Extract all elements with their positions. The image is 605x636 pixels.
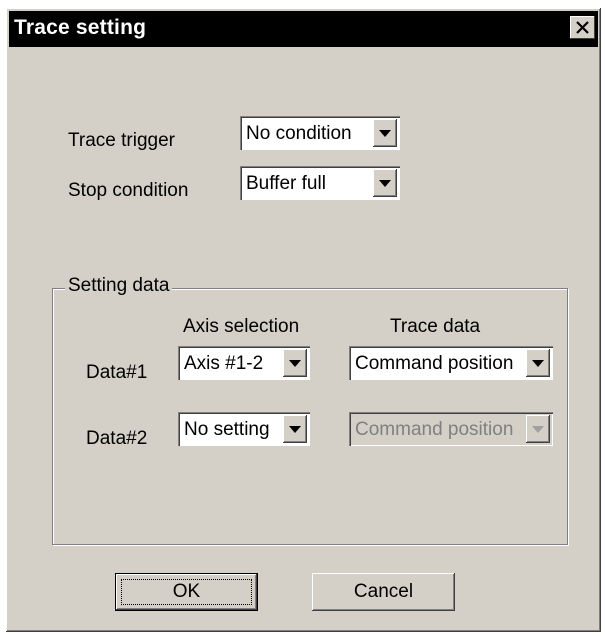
close-button[interactable] [570, 16, 595, 39]
chevron-down-icon [379, 179, 391, 187]
data2-axis-dropdown-button[interactable] [283, 415, 307, 443]
focus-rectangle [121, 579, 252, 605]
trace-trigger-dropdown-button[interactable] [373, 119, 397, 147]
stop-condition-value: Buffer full [246, 173, 326, 194]
data1-trace-select[interactable]: Command position [349, 346, 553, 380]
cancel-button[interactable]: Cancel [312, 573, 455, 611]
close-icon [576, 21, 589, 34]
trace-trigger-select[interactable]: No condition [240, 116, 400, 150]
data1-trace-value: Command position [355, 353, 514, 374]
window-title: Trace setting [14, 16, 147, 39]
data1-trace-dropdown-button[interactable] [526, 349, 550, 377]
data1-axis-dropdown-button[interactable] [283, 349, 307, 377]
title-bar[interactable]: Trace setting [9, 11, 598, 47]
data2-label: Data#2 [86, 428, 148, 449]
axis-selection-header: Axis selection [183, 316, 300, 337]
data2-axis-value: No setting [184, 419, 270, 440]
data1-axis-select[interactable]: Axis #1-2 [178, 346, 310, 380]
ok-button[interactable]: OK [115, 573, 258, 611]
chevron-down-icon [532, 359, 544, 367]
stop-condition-select[interactable]: Buffer full [240, 166, 400, 200]
data1-axis-value: Axis #1-2 [184, 353, 264, 374]
data1-label: Data#1 [86, 362, 148, 383]
setting-data-title: Setting data [65, 275, 173, 297]
data2-trace-dropdown-button [526, 415, 550, 443]
trace-data-header: Trace data [390, 316, 481, 337]
chevron-down-icon [379, 129, 391, 137]
data2-trace-value: Command position [355, 419, 514, 440]
data2-axis-select[interactable]: No setting [178, 412, 310, 446]
chevron-down-icon [289, 359, 301, 367]
data2-trace-select: Command position [349, 412, 553, 446]
stop-condition-dropdown-button[interactable] [373, 169, 397, 197]
trace-setting-dialog: Trace setting Trace trigger No condition… [6, 8, 601, 632]
chevron-down-icon [532, 425, 544, 433]
trace-trigger-label: Trace trigger [68, 130, 175, 151]
stop-condition-label: Stop condition [68, 180, 189, 201]
cancel-button-label: Cancel [353, 581, 414, 602]
trace-trigger-value: No condition [246, 123, 352, 144]
chevron-down-icon [289, 425, 301, 433]
